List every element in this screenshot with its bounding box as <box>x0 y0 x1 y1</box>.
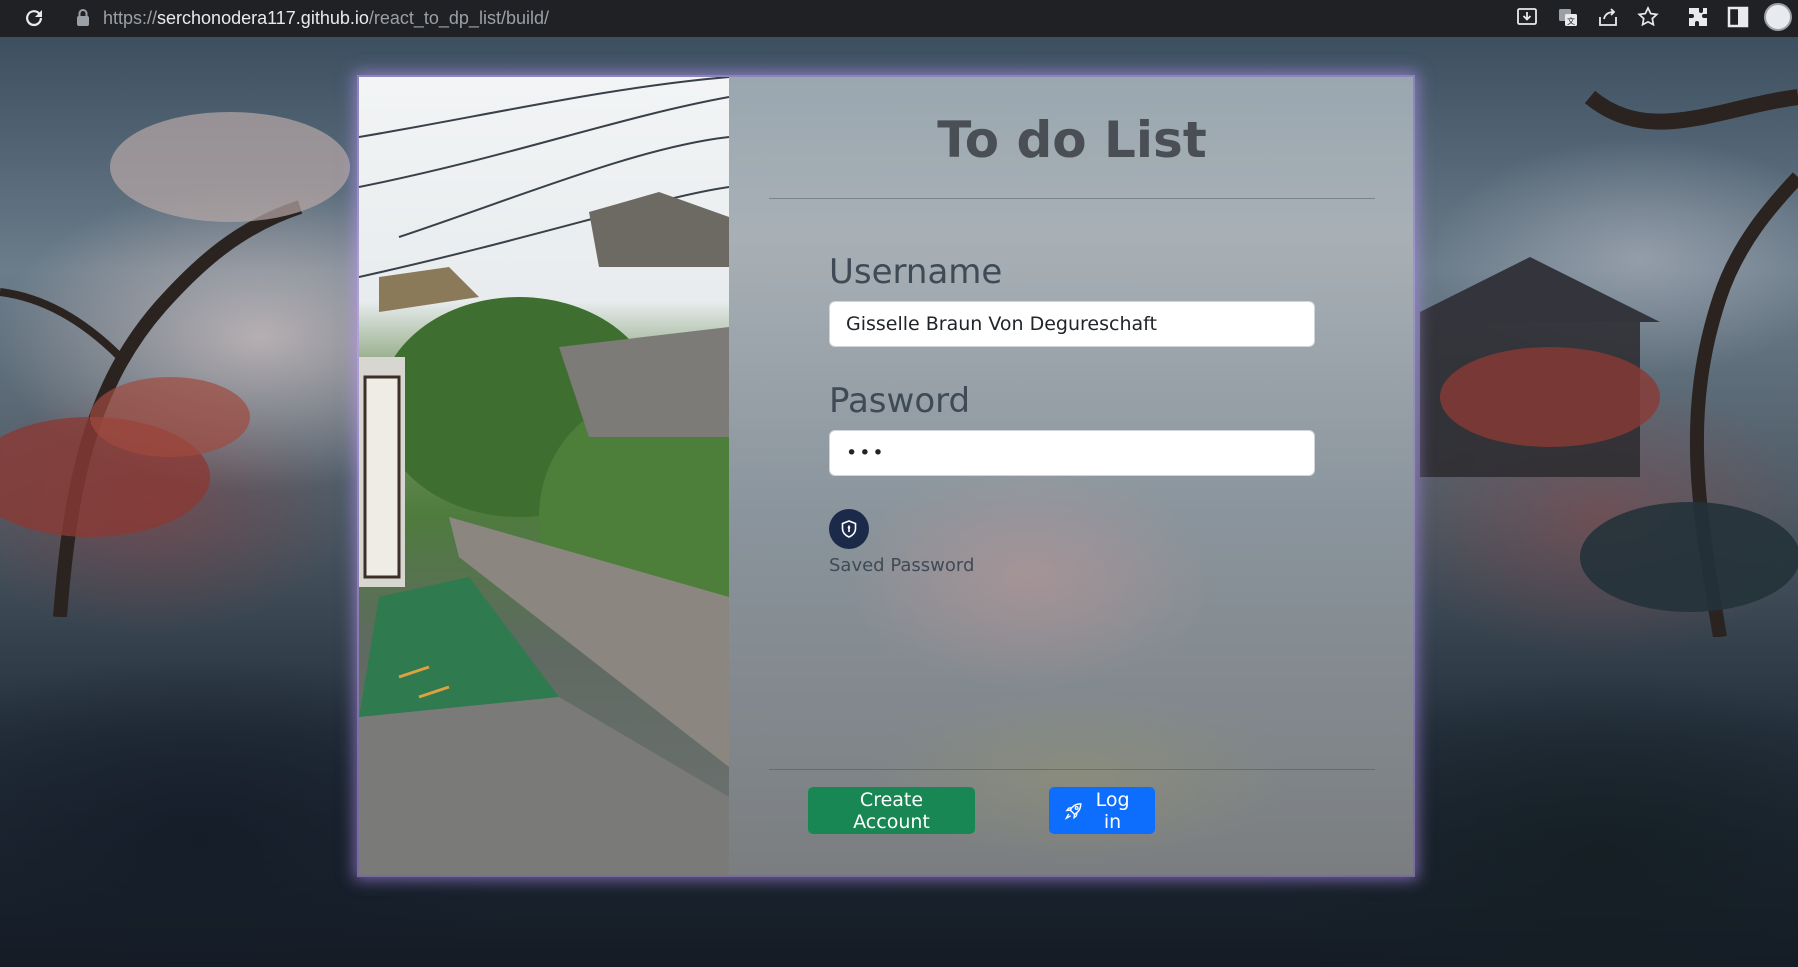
reload-icon[interactable] <box>22 6 46 30</box>
street-scene-illustration <box>359 77 729 875</box>
create-account-button[interactable]: Create Account <box>808 787 975 834</box>
install-app-icon[interactable] <box>1515 5 1539 29</box>
saved-password-button[interactable] <box>829 509 869 549</box>
url-host: serchonodera117.github.io <box>157 8 369 28</box>
left-tree-illustration <box>0 112 350 617</box>
lock-icon[interactable] <box>74 7 92 29</box>
browser-toolbar: https://serchonodera117.github.io/react_… <box>0 0 1798 38</box>
page-title: To do List <box>937 111 1207 169</box>
side-panel-icon[interactable] <box>1726 5 1750 29</box>
profile-avatar[interactable] <box>1764 3 1792 31</box>
username-label: Username <box>829 252 1003 292</box>
extensions-icon[interactable] <box>1686 5 1710 29</box>
address-bar-url[interactable]: https://serchonodera117.github.io/react_… <box>103 4 549 32</box>
url-path: /react_to_dp_list/build/ <box>368 8 549 28</box>
password-label: Pasword <box>829 381 971 421</box>
login-form-panel: To do List Username Pasword Saved Passwo… <box>729 77 1413 875</box>
saved-password-label: Saved Password <box>829 555 975 576</box>
svg-text:文: 文 <box>1567 16 1575 26</box>
login-card: To do List Username Pasword Saved Passwo… <box>357 75 1415 877</box>
title-divider <box>769 198 1375 199</box>
share-icon[interactable] <box>1596 5 1620 29</box>
password-input[interactable] <box>829 430 1315 476</box>
login-button[interactable]: Log in <box>1049 787 1155 834</box>
footer-divider <box>769 769 1375 770</box>
create-account-label: Create Account <box>853 788 930 833</box>
right-tree-illustration <box>1420 89 1798 637</box>
username-input[interactable] <box>829 301 1315 347</box>
shield-icon <box>841 520 857 538</box>
url-prefix: https:// <box>103 8 158 28</box>
login-label: Log in <box>1095 788 1130 833</box>
translate-icon[interactable]: 文 <box>1556 5 1580 29</box>
rocket-icon <box>1064 802 1082 820</box>
street-photo <box>359 77 729 875</box>
bookmark-star-icon[interactable] <box>1636 5 1660 29</box>
